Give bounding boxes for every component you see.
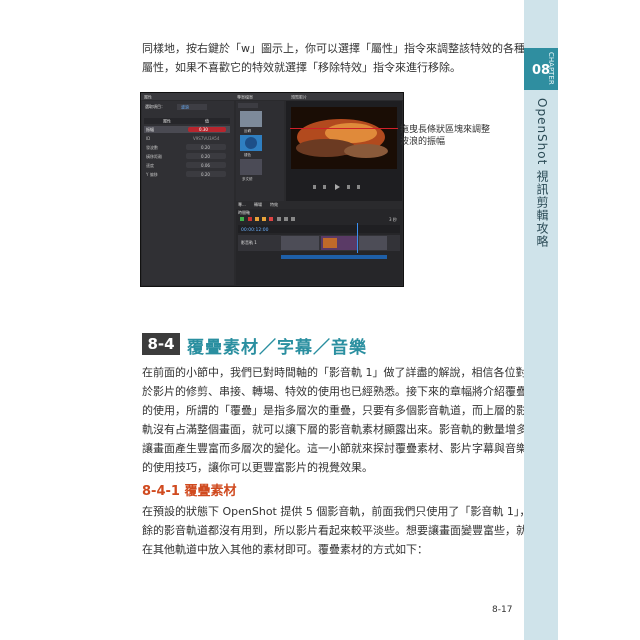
property-value: 0.20 <box>201 154 210 159</box>
section-line: 的使用技巧，讓你可以更豐富影片的視覺效果。 <box>142 461 373 474</box>
property-name: Y 偏移 <box>145 171 158 177</box>
property-value: 0.06 <box>201 163 210 168</box>
intro-paragraph: 同樣地，按右鍵於「w」圖示上，你可以選擇「屬性」指令來調整該特效的各種 屬性，如… <box>142 39 525 77</box>
property-value: 0.20 <box>201 172 210 177</box>
title-bar <box>141 93 403 100</box>
callout-pointer <box>290 128 398 129</box>
properties-header <box>144 118 230 124</box>
effect-label: 反轉 <box>244 128 251 133</box>
section-line: 軌沒有占滿整個畫面，就可以讓下層的影音軌素材顯露出來。影音軌的數量增多可 <box>142 423 538 436</box>
openshot-screenshot: 屬性 專案檔案 預覽影片 選取項目： 波浪 屬性 值 振幅 0.30 ID V9… <box>140 92 404 287</box>
track-label: 影音軌 1 <box>241 239 257 245</box>
chapter-sidebar: CHAPTER 08 OpenShot 視訊剪輯攻略 <box>524 0 558 640</box>
selector-value: 波浪 <box>181 104 189 110</box>
clip-3 <box>359 236 387 250</box>
openshot-window: 屬性 專案檔案 預覽影片 選取項目： 波浪 屬性 值 振幅 0.30 ID V9… <box>141 93 403 286</box>
section-paragraph: 在前面的小節中，我們已對時間軸的「影音軌 1」做了詳盡的解說，相信各位對 於影片… <box>142 363 538 477</box>
section-line: 讓畫面產生豐富而多層次的變化。這一小節就來探討覆疊素材、影片字幕與音樂等 <box>142 442 538 455</box>
book-page: 同樣地，按右鍵於「w」圖示上，你可以選擇「屬性」指令來調整該特效的各種 屬性，如… <box>0 0 640 640</box>
effect-label: 褪色 <box>244 152 251 157</box>
property-value: 0.30 <box>199 127 208 132</box>
effect-thumb-multi <box>240 159 262 175</box>
intro-line: 同樣地，按右鍵於「w」圖示上，你可以選擇「屬性」指令來調整該特效的各種 <box>142 42 525 55</box>
effects-search <box>238 103 258 108</box>
property-name: 發波數 <box>146 144 158 150</box>
subsection-line: 餘的影音軌道都沒有用到，所以影片看起來較平淡些。想要讓畫面變豐富些，就是 <box>142 524 538 537</box>
subsection-heading: 8-4-1 覆疊素材 <box>142 484 237 499</box>
subsection-line: 在預設的狀態下 OpenShot 提供 5 個影音軌，前面我們只使用了「影音軌 … <box>142 505 542 518</box>
playhead <box>357 223 358 253</box>
chapter-badge: CHAPTER 08 <box>524 48 558 90</box>
property-name: 橫移距離 <box>146 153 162 159</box>
effect-thumb-invert <box>240 111 262 127</box>
callout-text: 拖曳長條狀區塊來調整 波浪的振幅 <box>400 124 500 148</box>
tab-transitions: 轉場 <box>254 201 262 207</box>
clip-1 <box>281 236 319 250</box>
subsection-paragraph: 在預設的狀態下 OpenShot 提供 5 個影音軌，前面我們只使用了「影音軌 … <box>142 502 542 559</box>
page-number: 8-17 <box>492 605 513 615</box>
callout-line-text: 波浪的振幅 <box>400 137 446 147</box>
section-line: 在前面的小節中，我們已對時間軸的「影音軌 1」做了詳盡的解說，相信各位對 <box>142 366 527 379</box>
chapter-title: OpenShot 視訊剪輯攻略 <box>535 98 549 249</box>
tab-effects: 特效 <box>270 201 278 207</box>
zoom-label: 3 秒 <box>389 216 397 222</box>
panel-files-title: 專案檔案 <box>237 94 253 100</box>
property-value: 0.20 <box>201 145 210 150</box>
subsection-line: 在其他軌道中放入其他的素材即可。覆疊素材的方式如下： <box>142 543 428 556</box>
property-name: 振幅 <box>146 126 154 132</box>
tab-project: 專... <box>238 201 246 207</box>
panel-preview-title: 預覽影片 <box>291 94 307 100</box>
effect-strip <box>281 255 387 259</box>
time-display: 00:00:12:00 <box>241 227 269 233</box>
timeline-label: 時間軸 <box>238 209 250 215</box>
col-property-header: 屬性 <box>163 118 171 124</box>
panel-properties-title: 屬性 <box>144 94 152 100</box>
property-value: V9S7VU3A54 <box>193 136 220 141</box>
col-value-header: 值 <box>205 118 209 124</box>
section-title: 覆疊素材／字幕／音樂 <box>187 338 367 358</box>
section-line: 的使用，所謂的「覆疊」是指多層次的重疊，只要有多個影音軌道，而上層的影音 <box>142 404 538 417</box>
chapter-number: 08 <box>531 63 551 78</box>
callout-line-text: 拖曳長條狀區塊來調整 <box>400 125 491 135</box>
selector-label: 選取項目： <box>145 103 165 109</box>
intro-line: 屬性，如果不喜歡它的特效就選擇「移除特效」指令來進行移除。 <box>142 61 461 74</box>
property-name: 速度 <box>146 162 154 168</box>
property-name: ID <box>146 136 150 141</box>
section-line: 於影片的修剪、串接、轉場、特效的使用也已經熟悉。接下來的章幅將介紹覆疊軌 <box>142 385 538 398</box>
section-number: 8-4 <box>142 333 180 355</box>
effect-label: 多文繪 <box>242 176 253 181</box>
